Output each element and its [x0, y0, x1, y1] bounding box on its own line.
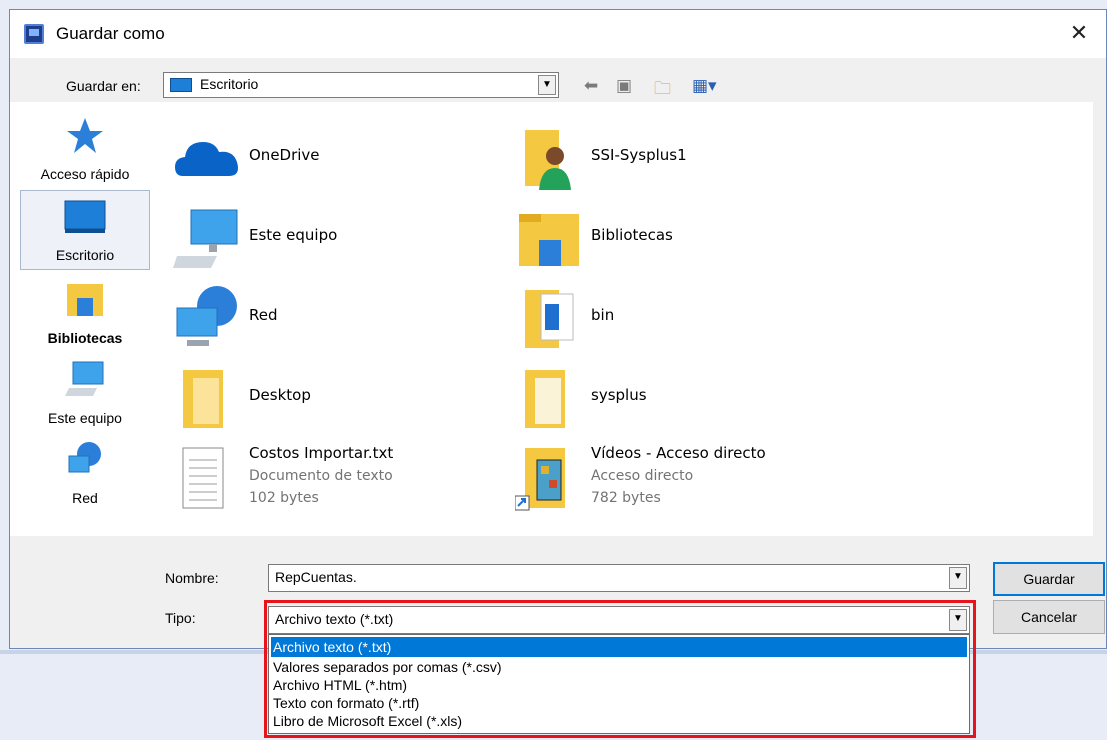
save-button[interactable]: Guardar [993, 562, 1105, 596]
desktop-mini-icon [170, 78, 192, 92]
app-icon [24, 24, 44, 44]
place-quick-access[interactable]: Acceso rápido [20, 108, 150, 188]
network-icon [176, 286, 237, 346]
title-bar: Guardar como ✕ [10, 10, 1106, 58]
list-item[interactable]: Este equipo [173, 204, 513, 274]
back-arrow-icon[interactable]: ⬅ [584, 76, 598, 96]
cancel-button[interactable]: Cancelar [993, 600, 1105, 634]
up-folder-icon[interactable]: ▣ [616, 76, 632, 96]
place-libraries[interactable]: Bibliotecas [20, 272, 150, 352]
filetype-option[interactable]: Archivo HTML (*.htm) [271, 675, 967, 695]
filetype-option[interactable]: Texto con formato (*.rtf) [271, 693, 967, 713]
filename-input[interactable]: RepCuentas. ▼ [268, 564, 970, 592]
list-item[interactable]: sysplus [515, 364, 855, 434]
file-name: Desktop [249, 386, 311, 404]
filetype-option[interactable]: Archivo texto (*.txt) [271, 637, 967, 657]
filetype-label: Tipo: [165, 610, 196, 626]
chevron-down-icon[interactable]: ▼ [949, 567, 967, 589]
file-name: Bibliotecas [591, 226, 673, 244]
file-name: OneDrive [249, 146, 320, 164]
text-file-icon [182, 447, 224, 509]
location-label: Guardar en: [66, 78, 141, 94]
place-label: Escritorio [55, 247, 115, 263]
list-item[interactable]: Bibliotecas [515, 204, 855, 274]
file-name: Red [249, 306, 278, 324]
file-type: Acceso directo [591, 468, 694, 484]
list-item[interactable]: bin [515, 284, 855, 354]
chevron-down-icon[interactable]: ▼ [949, 609, 967, 631]
place-label: Red [72, 490, 98, 506]
file-size: 782 bytes [591, 490, 661, 506]
computer-icon [173, 209, 238, 268]
close-icon[interactable]: ✕ [1062, 18, 1096, 48]
list-item[interactable]: Red [173, 284, 513, 354]
list-item[interactable]: SSI-Sysplus1 [515, 124, 855, 194]
file-name: bin [591, 306, 615, 324]
file-name: Costos Importar.txt [249, 444, 394, 462]
location-value: Escritorio [200, 76, 259, 92]
folder-icon [183, 370, 223, 428]
filetype-option[interactable]: Valores separados por comas (*.csv) [271, 657, 967, 677]
user-folder-icon [525, 130, 571, 190]
file-name: Este equipo [249, 226, 338, 244]
file-name: Vídeos - Acceso directo [591, 444, 766, 462]
place-desktop[interactable]: Escritorio [20, 190, 150, 270]
filetype-select[interactable]: Archivo texto (*.txt) ▼ [268, 606, 970, 634]
filetype-dropdown: Archivo texto (*.txt) Valores separados … [268, 634, 970, 734]
filename-label: Nombre: [165, 570, 219, 586]
libraries-icon [67, 284, 103, 316]
file-name: SSI-Sysplus1 [591, 146, 687, 164]
place-this-pc[interactable]: Este equipo [20, 352, 150, 432]
file-size: 102 bytes [249, 490, 319, 506]
list-item[interactable]: Costos Importar.txt Documento de texto 1… [173, 444, 513, 514]
file-list: OneDrive SSI-Sysplus1 Este equipo Biblio… [153, 102, 1093, 536]
location-combo[interactable]: Escritorio ▼ [163, 72, 559, 98]
list-item[interactable]: Vídeos - Acceso directo Acceso directo 7… [515, 444, 855, 514]
filetype-value: Archivo texto (*.txt) [275, 611, 394, 627]
network-icon [68, 442, 101, 473]
folder-icon [525, 370, 565, 428]
file-type: Documento de texto [249, 468, 393, 484]
video-shortcut-icon [515, 448, 565, 511]
filetype-option[interactable]: Libro de Microsoft Excel (*.xls) [271, 711, 967, 731]
place-label: Bibliotecas [47, 330, 123, 346]
star-icon [67, 118, 103, 153]
file-name: sysplus [591, 386, 647, 404]
chevron-down-icon[interactable]: ▼ [538, 75, 556, 95]
place-label: Acceso rápido [40, 166, 130, 182]
window-title: Guardar como [56, 24, 165, 43]
computer-icon [65, 361, 104, 396]
place-network[interactable]: Red [20, 432, 150, 512]
new-folder-icon[interactable]: 🗀 [654, 76, 671, 105]
list-item[interactable]: Desktop [173, 364, 513, 434]
place-label: Este equipo [48, 410, 122, 426]
places-bar: Acceso rápido Escritorio Bibliotecas Est… [10, 102, 153, 536]
desktop-icon [64, 200, 106, 233]
filename-value: RepCuentas. [275, 569, 357, 585]
libraries-icon [519, 214, 579, 266]
view-menu-icon[interactable]: ▦▾ [692, 76, 717, 96]
cloud-icon [175, 142, 238, 176]
folder-icon [525, 290, 574, 348]
list-item[interactable]: OneDrive [173, 124, 513, 194]
